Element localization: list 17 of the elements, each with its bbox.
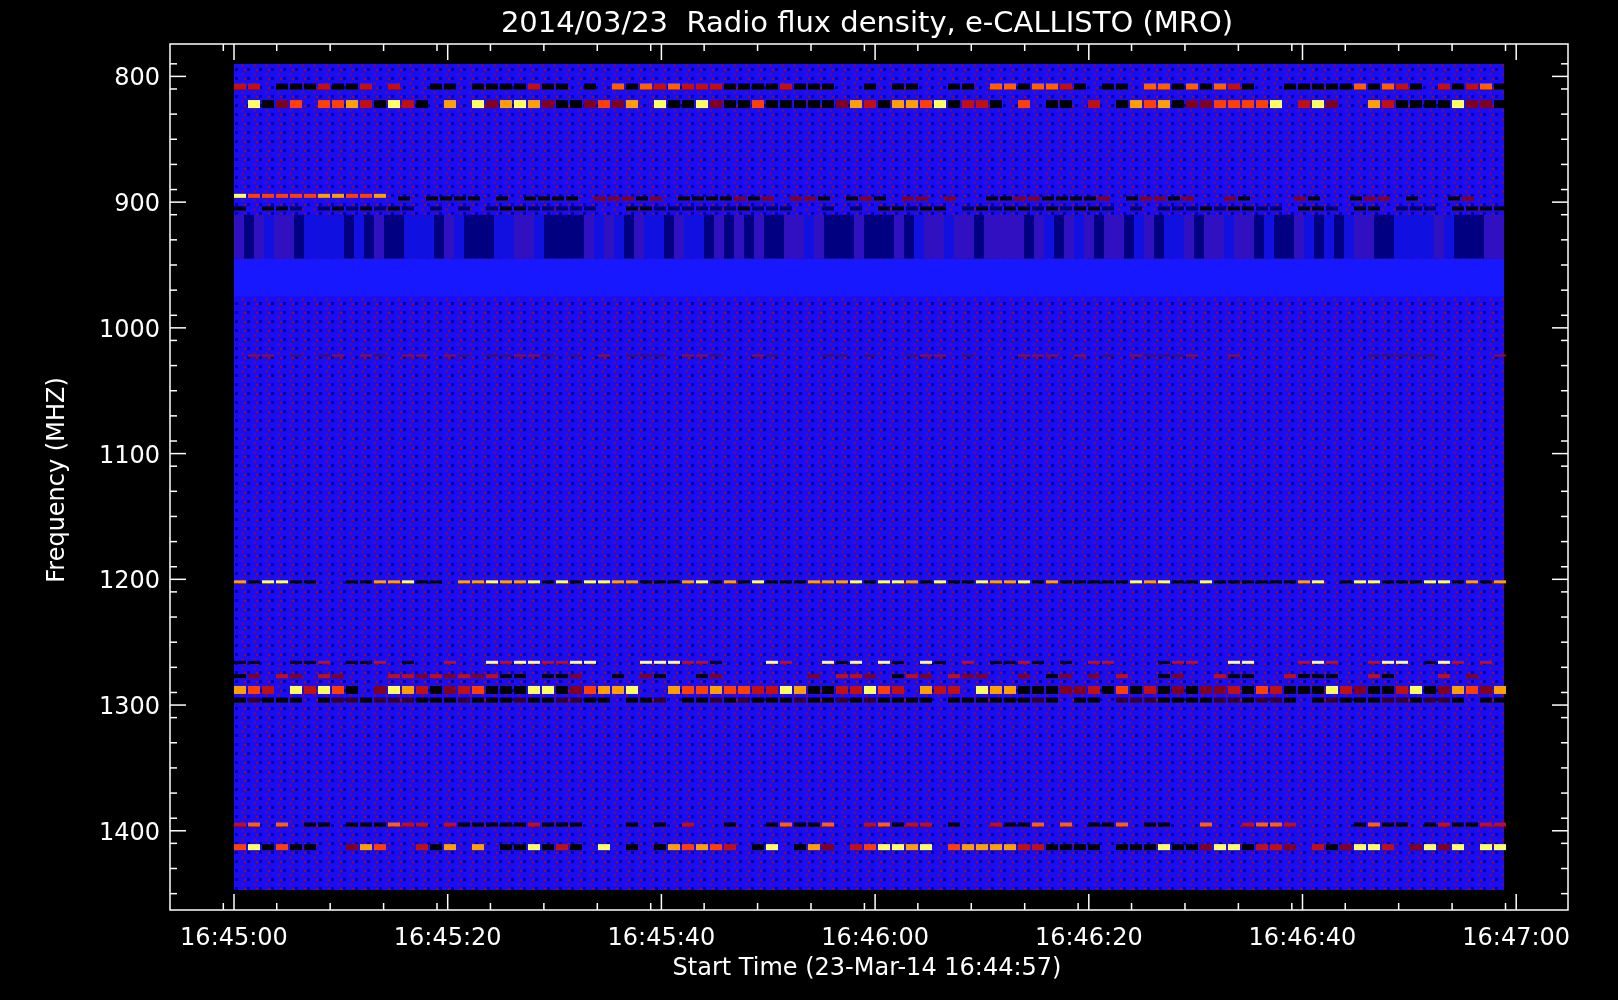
x-tick-label: 16:45:00 (180, 923, 288, 951)
y-tick-label: 800 (114, 63, 160, 92)
x-tick-label: 16:46:00 (821, 923, 929, 951)
x-tick-label: 16:46:40 (1248, 923, 1357, 951)
x-tick-label: 16:47:00 (1462, 923, 1571, 951)
y-tick-label: 1100 (98, 440, 160, 469)
y-tick-label: 1400 (98, 817, 160, 846)
y-axis-label: Frequency (MHZ) (42, 377, 70, 583)
y-tick-label: 1200 (98, 566, 160, 595)
x-tick-label: 16:45:40 (607, 923, 716, 951)
y-tick-label: 900 (114, 189, 160, 218)
x-tick-label: 16:46:20 (1034, 923, 1143, 951)
chart-title: 2014/03/23 Radio flux density, e-CALLISTO (MRO) (500, 5, 1234, 39)
y-tick-label: 1300 (98, 692, 160, 721)
y-tick-label: 1000 (98, 314, 160, 343)
x-tick-label: 16:45:20 (393, 923, 502, 951)
x-axis-label: Start Time (23-Mar-14 16:44:57) (672, 953, 1062, 981)
